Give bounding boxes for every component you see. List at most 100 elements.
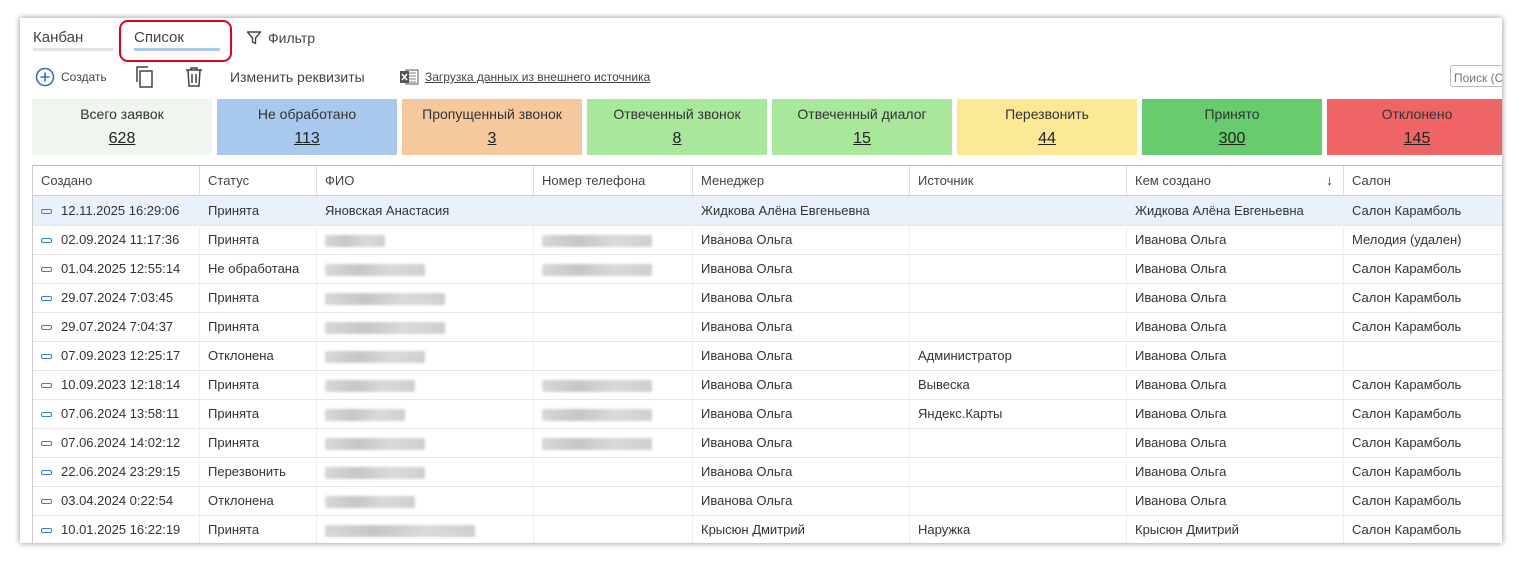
- cell-status: Отклонена: [200, 341, 317, 370]
- table-row[interactable]: 07.06.2024 14:02:12 Принята Иванова Ольга И…: [33, 428, 1502, 458]
- cell-source: [910, 312, 1127, 341]
- table-row[interactable]: 07.09.2023 12:25:17 Отклонена Иванова Ольг…: [33, 341, 1502, 371]
- add-circle-icon: [35, 67, 55, 87]
- col-fio[interactable]: ФИО: [317, 166, 534, 195]
- created-text: 01.04.2025 12:55:14: [61, 261, 181, 276]
- card-title: Перезвонить: [1005, 106, 1089, 122]
- cell-fio: [317, 254, 534, 283]
- redacted-phone: [542, 234, 652, 247]
- table-row[interactable]: 03.04.2024 0:22:54 Отклонена Иванова Ольга…: [33, 486, 1502, 516]
- table-row[interactable]: 10.01.2025 16:22:19 Принята Крысюн Дмитрий…: [33, 515, 1502, 543]
- card-answered-call[interactable]: Отвеченный звонок 8: [587, 99, 767, 155]
- copy-button[interactable]: [134, 64, 156, 90]
- cell-phone: [534, 486, 693, 515]
- table-row[interactable]: 10.09.2023 12:18:14 Принята Иванова Ольга В…: [33, 370, 1502, 400]
- card-count[interactable]: 145: [1404, 130, 1431, 148]
- create-label: Создать: [61, 70, 107, 84]
- cell-phone: [534, 312, 693, 341]
- col-creator[interactable]: Кем создано ↓: [1127, 166, 1344, 195]
- card-count[interactable]: 300: [1219, 130, 1246, 148]
- cell-manager: Крысюн Дмитрий: [693, 515, 910, 543]
- cell-salon: Салон Карамболь: [1344, 457, 1502, 486]
- col-status[interactable]: Статус: [200, 166, 317, 195]
- cell-manager: Иванова Ольга: [693, 457, 910, 486]
- cell-status: Принята: [200, 283, 317, 312]
- created-text: 03.04.2024 0:22:54: [61, 493, 174, 508]
- cell-status: Принята: [200, 312, 317, 341]
- redacted-phone: [542, 408, 652, 421]
- table-row[interactable]: 29.07.2024 7:04:37 Принята Иванова Ольга Ив…: [33, 312, 1502, 342]
- col-source[interactable]: Источник: [910, 166, 1127, 195]
- cell-manager: Иванова Ольга: [693, 399, 910, 428]
- filter-button[interactable]: Фильтр: [246, 30, 315, 46]
- card-not-processed[interactable]: Не обработано 113: [217, 99, 397, 155]
- card-count[interactable]: 44: [1038, 130, 1056, 148]
- cell-manager: Жидкова Алёна Евгеньевна: [693, 196, 910, 225]
- cell-fio: [317, 225, 534, 254]
- cell-fio: [317, 457, 534, 486]
- row-marker-icon: [41, 209, 52, 215]
- cell-source: [910, 486, 1127, 515]
- import-button[interactable]: Загрузка данных из внешнего источника: [399, 64, 650, 90]
- cell-creator: Жидкова Алёна Евгеньевна: [1127, 196, 1344, 225]
- filter-label: Фильтр: [268, 30, 316, 46]
- create-button[interactable]: Создать: [35, 64, 107, 90]
- card-title: Отвеченный звонок: [613, 106, 741, 122]
- redacted-name: [325, 524, 475, 537]
- cell-source: [910, 254, 1127, 283]
- card-count[interactable]: 8: [673, 130, 682, 148]
- cell-creator: Иванова Ольга: [1127, 428, 1344, 457]
- card-count[interactable]: 15: [853, 130, 871, 148]
- row-marker-icon: [41, 383, 52, 389]
- card-title: Пропущенный звонок: [422, 106, 562, 122]
- col-salon[interactable]: Салон: [1344, 166, 1502, 195]
- col-created[interactable]: Создано: [33, 166, 200, 195]
- table-row[interactable]: 07.06.2024 13:58:11 Принята Иванова Ольга Я…: [33, 399, 1502, 429]
- card-title: Всего заявок: [80, 106, 164, 122]
- cell-creator: Иванова Ольга: [1127, 370, 1344, 399]
- search-input[interactable]: [1450, 65, 1502, 87]
- cell-fio: [317, 486, 534, 515]
- card-rejected[interactable]: Отклонено 145: [1327, 99, 1502, 155]
- card-count[interactable]: 113: [294, 130, 320, 148]
- cell-created: 22.06.2024 23:29:15: [33, 457, 200, 486]
- cell-created: 10.09.2023 12:18:14: [33, 370, 200, 399]
- delete-button[interactable]: [184, 64, 204, 90]
- cell-source: Наружка: [910, 515, 1127, 543]
- card-count[interactable]: 628: [109, 130, 136, 148]
- cell-manager: Иванова Ольга: [693, 370, 910, 399]
- redacted-name: [325, 466, 425, 479]
- cell-salon: Салон Карамболь: [1344, 486, 1502, 515]
- table-row[interactable]: 12.11.2025 16:29:06 Принята Яновская Анаст…: [33, 196, 1502, 226]
- table-row[interactable]: 22.06.2024 23:29:15 Перезвонить Иванова Ол…: [33, 457, 1502, 487]
- col-manager[interactable]: Менеджер: [693, 166, 910, 195]
- cell-source: [910, 283, 1127, 312]
- card-missed-call[interactable]: Пропущенный звонок 3: [402, 99, 582, 155]
- cell-manager: Иванова Ольга: [693, 428, 910, 457]
- table-row[interactable]: 01.04.2025 12:55:14 Не обработана Иванова …: [33, 254, 1502, 284]
- row-marker-icon: [41, 325, 52, 331]
- tab-kanban[interactable]: Канбан: [33, 29, 83, 46]
- table-row[interactable]: 29.07.2024 7:03:45 Принята Иванова Ольга Ив…: [33, 283, 1502, 313]
- trash-icon: [186, 67, 202, 87]
- cell-salon: Мелодия (удален): [1344, 225, 1502, 254]
- table-row[interactable]: 02.09.2024 11:17:36 Принята Иванова Ольга И…: [33, 225, 1502, 255]
- card-answered-dialog[interactable]: Отвеченный диалог 15: [772, 99, 952, 155]
- cell-manager: Иванова Ольга: [693, 283, 910, 312]
- toolbar: Создать Изменить реквизиты Загрузка данн…: [20, 64, 1502, 90]
- card-count[interactable]: 3: [488, 130, 497, 148]
- cell-salon: Салон Карамболь: [1344, 283, 1502, 312]
- cell-salon: Салон Карамболь: [1344, 515, 1502, 543]
- edit-attributes-button[interactable]: Изменить реквизиты: [230, 64, 365, 90]
- cell-source: [910, 196, 1127, 225]
- cell-source: Администратор: [910, 341, 1127, 370]
- card-accepted[interactable]: Принято 300: [1142, 99, 1322, 155]
- col-phone[interactable]: Номер телефона: [534, 166, 693, 195]
- cell-salon: Салон Карамболь: [1344, 428, 1502, 457]
- cell-status: Принята: [200, 399, 317, 428]
- status-cards: Всего заявок 628 Не обработано 113 Пропуще…: [32, 99, 1502, 155]
- card-title: Отвеченный диалог: [797, 106, 927, 122]
- card-total[interactable]: Всего заявок 628: [32, 99, 212, 155]
- card-callback[interactable]: Перезвонить 44: [957, 99, 1137, 155]
- highlight-annotation: [119, 20, 232, 62]
